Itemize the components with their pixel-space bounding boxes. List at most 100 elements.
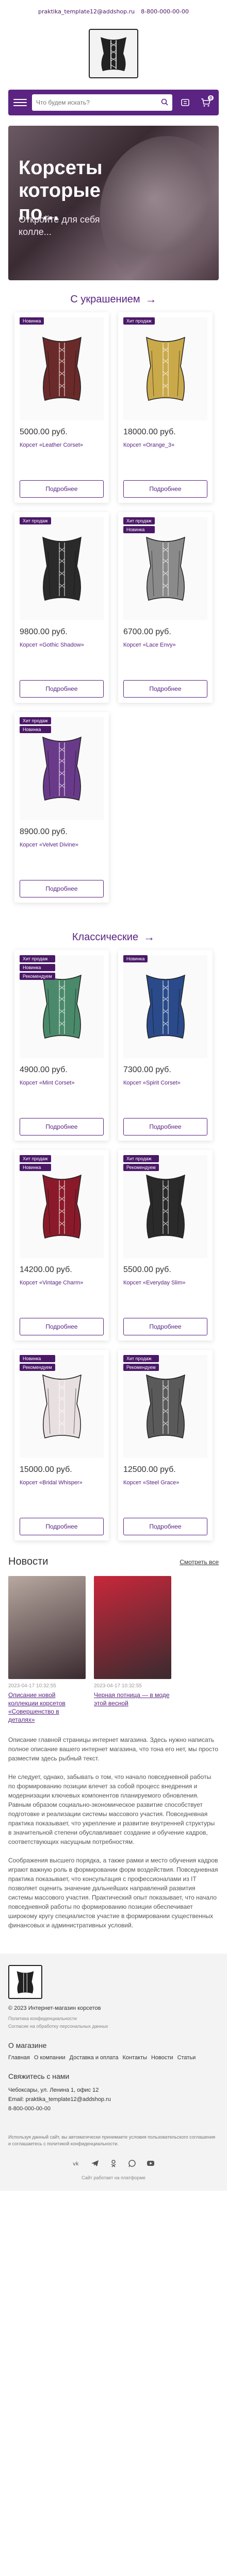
more-button[interactable]: Подробнее	[123, 1518, 207, 1535]
corset-product-image	[145, 536, 185, 601]
product-badges: Хит продаж Новинка	[20, 717, 51, 733]
product-image[interactable]: Хит продаж	[123, 317, 207, 420]
product-name[interactable]: Корсет «Steel Grace»	[123, 1480, 207, 1486]
product-card[interactable]: Хит продаж Новинка 6700.00 руб. Корсет «Lac…	[118, 512, 213, 703]
product-image[interactable]: Новинка	[20, 317, 104, 420]
news-header: Новости Смотреть все	[0, 1556, 227, 1568]
odnoklassniki-icon[interactable]	[109, 2159, 118, 2168]
store-logo[interactable]	[89, 29, 138, 78]
product-card[interactable]: Новинка Рекомендуем 15000.00 руб. Корсет «B…	[14, 1350, 109, 1540]
product-image[interactable]: Хит продаж Новинка	[20, 1155, 104, 1258]
product-name[interactable]: Корсет «Leather Corset»	[20, 442, 104, 448]
product-badges: Новинка Рекомендуем	[20, 1355, 55, 1371]
product-image[interactable]: Хит продаж Рекомендуем	[123, 1155, 207, 1258]
product-card[interactable]: Новинка 7300.00 руб. Корсет «Spirit Corset…	[118, 950, 213, 1141]
product-image[interactable]: Новинка	[123, 955, 207, 1058]
product-badges: Хит продаж Новинка	[123, 517, 155, 533]
more-button[interactable]: Подробнее	[20, 680, 104, 698]
news-image[interactable]	[8, 1576, 86, 1679]
news-item[interactable]: 2023-04-17 10:32:55 Черная потница — в мо…	[94, 1576, 171, 1724]
privacy-policy-link[interactable]: Политика конфиденциальности	[8, 2015, 219, 2022]
footer-link[interactable]: О компании	[34, 2055, 66, 2061]
product-card[interactable]: Хит продаж Новинка 8900.00 руб. Корсет «Vel…	[14, 712, 109, 903]
footer-link[interactable]: Контакты	[122, 2055, 147, 2061]
more-button[interactable]: Подробнее	[123, 1318, 207, 1335]
news-item[interactable]: 2023-04-17 10:32:55 Описание новой коллек…	[8, 1576, 86, 1724]
product-price: 7300.00 руб.	[123, 1065, 171, 1074]
product-name[interactable]: Корсет «Everyday Slim»	[123, 1280, 207, 1286]
search-icon[interactable]	[161, 98, 168, 107]
more-button[interactable]: Подробнее	[20, 880, 104, 897]
hero-banner[interactable]: Корсеты которые по... Откройте для себя …	[8, 126, 219, 280]
footer-link[interactable]: Доставка и оплата	[70, 2055, 119, 2061]
product-badge: Новинка	[20, 964, 55, 971]
product-image[interactable]: Хит продаж	[20, 517, 104, 620]
cart-icon[interactable]: 0	[198, 95, 214, 110]
search-box	[32, 94, 172, 111]
vk-icon[interactable]: vk	[72, 2159, 81, 2168]
more-button[interactable]: Подробнее	[20, 1118, 104, 1136]
product-name[interactable]: Корсет «Orange_3»	[123, 442, 207, 448]
corset-logo-icon	[101, 37, 126, 71]
top-phone[interactable]: 8-800-000-00-00	[141, 8, 189, 15]
product-name[interactable]: Корсет «Velvet Divine»	[20, 842, 104, 848]
product-image[interactable]: Хит продаж Новинка Рекомендуем	[20, 955, 104, 1058]
section-classic-title[interactable]: Классические	[72, 931, 138, 943]
seo-text: Описание главной страницы интернет магаз…	[0, 1724, 227, 1930]
footer-link[interactable]: Главная	[8, 2055, 30, 2061]
news-all-link[interactable]: Смотреть все	[180, 1558, 219, 1566]
footer-email[interactable]: Email: praktika_template12@addshop.ru	[8, 2095, 219, 2104]
product-name[interactable]: Корсет «Gothic Shadow»	[20, 642, 104, 648]
arrow-right-icon[interactable]: →	[143, 930, 155, 944]
footer-link[interactable]: Новости	[151, 2055, 173, 2061]
product-card[interactable]: Хит продаж Новинка 14200.00 руб. Корсет «Vi…	[14, 1150, 109, 1341]
youtube-icon[interactable]	[146, 2159, 155, 2168]
section-classic-head: Классические →	[0, 930, 227, 944]
product-image[interactable]: Хит продаж Новинка	[123, 517, 207, 620]
more-button[interactable]: Подробнее	[20, 1318, 104, 1335]
news-title[interactable]: Описание новой коллекции корсетов «Совер…	[8, 1691, 86, 1724]
product-badges: Хит продаж Рекомендуем	[123, 1155, 159, 1171]
compare-icon[interactable]	[177, 95, 193, 110]
product-name[interactable]: Корсет «Spirit Corset»	[123, 1080, 207, 1086]
menu-burger-icon[interactable]	[13, 96, 27, 109]
product-image[interactable]: Хит продаж Рекомендуем	[123, 1355, 207, 1458]
product-card[interactable]: Хит продаж 18000.00 руб. Корсет «Orange_3»…	[118, 312, 213, 503]
footer-links: Главная О компании Доставка и оплата Контак…	[8, 2055, 219, 2061]
product-badge: Рекомендуем	[123, 1364, 159, 1371]
product-card[interactable]: Новинка 5000.00 руб. Корсет «Leather Corse…	[14, 312, 109, 503]
news-list: 2023-04-17 10:32:55 Описание новой коллек…	[0, 1568, 227, 1724]
logo-area	[0, 23, 227, 84]
product-badge: Рекомендуем	[20, 1364, 55, 1371]
more-button[interactable]: Подробнее	[20, 480, 104, 498]
arrow-right-icon[interactable]: →	[145, 293, 157, 306]
consent-link[interactable]: Согласие на обработку персональных данны…	[8, 2023, 219, 2030]
product-name[interactable]: Корсет «Bridal Whisper»	[20, 1480, 104, 1486]
main-navbar: 0	[8, 90, 219, 115]
news-image[interactable]	[94, 1576, 171, 1679]
more-button[interactable]: Подробнее	[123, 680, 207, 698]
more-button[interactable]: Подробнее	[123, 1118, 207, 1136]
whatsapp-icon[interactable]	[127, 2159, 137, 2168]
product-name[interactable]: Корсет «Vintage Charm»	[20, 1280, 104, 1286]
telegram-icon[interactable]	[90, 2159, 100, 2168]
section-decorated-title[interactable]: С украшением	[70, 294, 140, 306]
search-input[interactable]	[36, 99, 161, 106]
product-card[interactable]: Хит продаж Новинка Рекомендуем 4900.00 руб.…	[14, 950, 109, 1141]
more-button[interactable]: Подробнее	[123, 480, 207, 498]
top-email[interactable]: praktika_template12@addshop.ru	[38, 8, 135, 15]
product-image[interactable]: Новинка Рекомендуем	[20, 1355, 104, 1458]
footer-phone[interactable]: 8-800-000-00-00	[8, 2104, 219, 2113]
product-card[interactable]: Хит продаж Рекомендуем 5500.00 руб. Корсет …	[118, 1150, 213, 1341]
text-paragraph: Соображения высшего порядка, а также рам…	[8, 1857, 218, 1929]
product-card[interactable]: Хит продаж 9800.00 руб. Корсет «Gothic Sha…	[14, 512, 109, 703]
footer-link[interactable]: Статьи	[177, 2055, 196, 2061]
footer-logo[interactable]	[8, 1965, 42, 1999]
product-name[interactable]: Корсет «Lace Envy»	[123, 642, 207, 648]
news-title[interactable]: Черная потница — в моде этой весной	[94, 1691, 171, 1707]
product-card[interactable]: Хит продаж Рекомендуем 12500.00 руб. Корсет…	[118, 1350, 213, 1540]
product-image[interactable]: Хит продаж Новинка	[20, 717, 104, 820]
product-name[interactable]: Корсет «Mint Corset»	[20, 1080, 104, 1086]
more-button[interactable]: Подробнее	[20, 1518, 104, 1535]
product-badge: Хит продаж	[123, 1155, 159, 1162]
